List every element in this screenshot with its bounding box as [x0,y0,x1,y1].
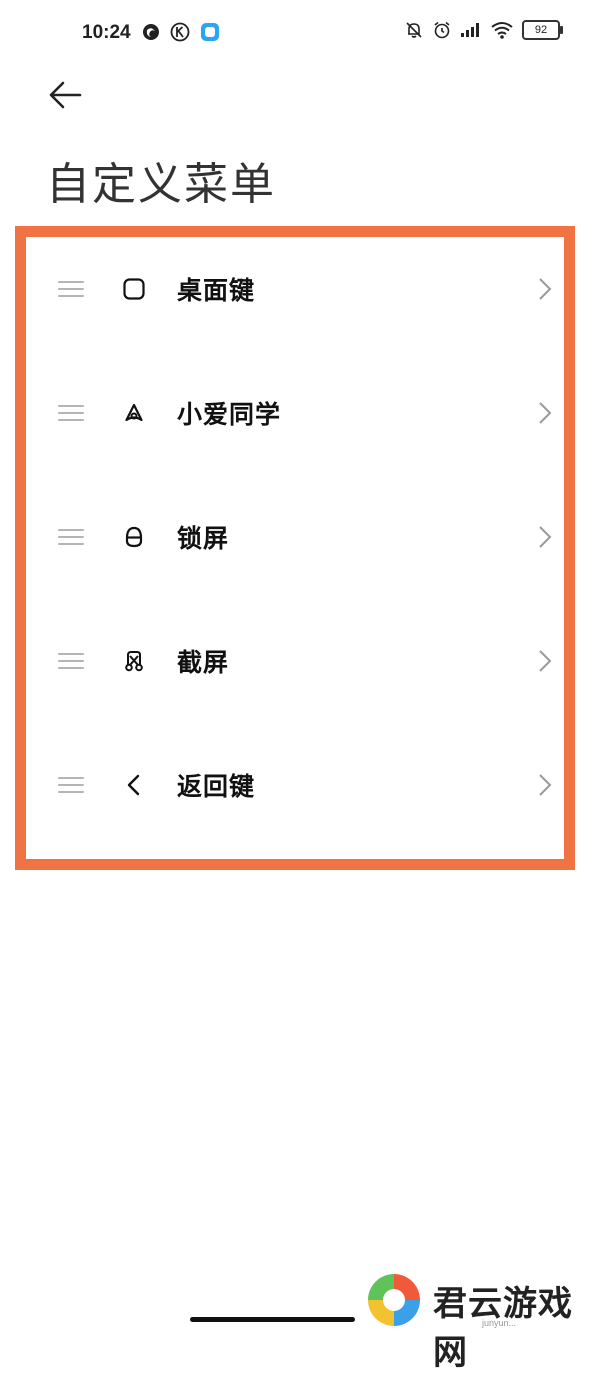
menu-item-xiaoai[interactable]: 小爱同学 [26,351,564,475]
home-square-icon [123,278,145,300]
status-bar: 10:24 92 [0,0,600,70]
watermark: 君云游戏网 junyun... [360,1268,600,1373]
menu-item-label: 小爱同学 [177,400,282,429]
drag-handle-icon[interactable] [58,529,84,545]
firefox-like-icon [143,24,159,40]
alarm-icon [434,21,450,39]
drag-handle-icon[interactable] [58,653,84,669]
status-time: 10:24 [82,22,131,43]
signal-icon [461,23,479,37]
drag-handle-icon[interactable] [58,777,84,793]
back-chevron-icon [127,774,140,796]
lock-icon [125,526,143,548]
chevron-right-icon [539,526,552,548]
app-square-icon [201,23,219,41]
chevron-right-icon [539,774,552,796]
watermark-text: 君云游戏网 [433,1284,573,1373]
menu-item-back-key[interactable]: 返回键 [26,723,564,847]
battery-indicator: 92 [522,20,563,40]
back-button[interactable] [44,74,88,118]
screenshot-scissors-icon [125,651,143,672]
menu-item-desktop-key[interactable]: 桌面键 [26,227,564,351]
status-left-icons [142,22,220,42]
menu-item-label: 桌面键 [177,276,256,305]
menu-item-lock-screen[interactable]: 锁屏 [26,475,564,599]
watermark-logo-icon [368,1274,420,1326]
wifi-icon [491,22,513,39]
drag-handle-icon[interactable] [58,281,84,297]
k-circle-icon [170,22,190,42]
menu-item-label: 截屏 [177,648,230,677]
watermark-subtext: junyun... [482,1318,517,1328]
status-right-icons: 92 [404,20,563,40]
page-title: 自定义菜单 [46,159,276,210]
home-indicator[interactable] [190,1317,355,1322]
chevron-right-icon [539,402,552,424]
xiaoai-icon [125,403,143,422]
arrow-left-icon [49,81,82,109]
bell-off-icon [406,22,422,38]
drag-handle-icon[interactable] [58,405,84,421]
menu-item-label: 返回键 [177,772,256,801]
chevron-right-icon [539,278,552,300]
menu-item-label: 锁屏 [177,524,230,553]
menu-item-screenshot[interactable]: 截屏 [26,599,564,723]
chevron-right-icon [539,650,552,672]
